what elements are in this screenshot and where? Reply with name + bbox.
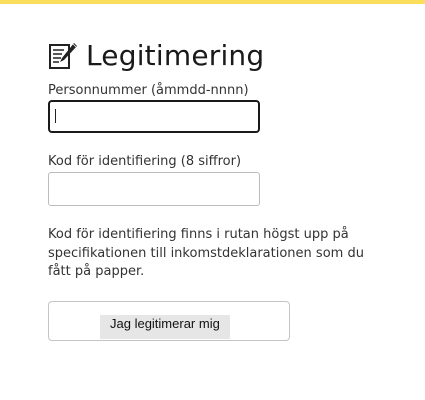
page-title: Legitimering — [86, 39, 265, 72]
personnummer-label: Personnummer (åmmdd-nnnn) — [48, 83, 249, 98]
help-text: Kod för identifiering finns i rutan högs… — [48, 227, 364, 279]
text-cursor — [55, 109, 56, 123]
personnummer-input[interactable] — [48, 100, 260, 133]
kod-input[interactable] — [48, 172, 260, 206]
kod-label: Kod för identifiering (8 siffror) — [48, 154, 242, 169]
top-accent-bar — [0, 0, 425, 4]
page-header: Legitimering — [48, 38, 264, 74]
submit-button[interactable]: Jag legitimerar mig — [48, 301, 290, 341]
submit-button-label: Jag legitimerar mig — [100, 315, 230, 339]
document-pen-icon — [48, 41, 78, 71]
